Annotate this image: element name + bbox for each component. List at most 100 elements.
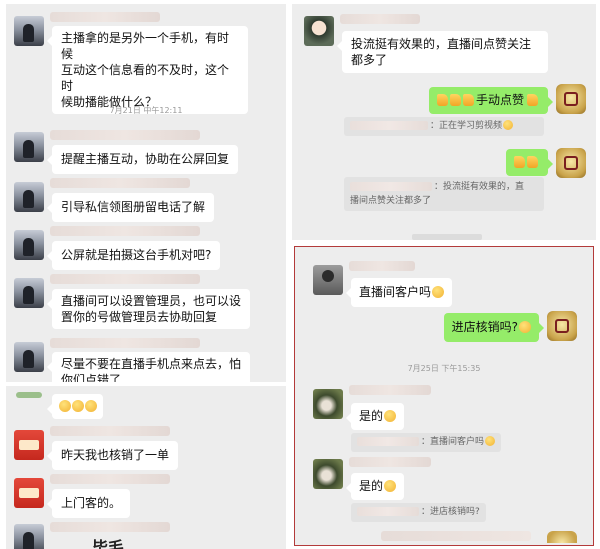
clipped-message-blurred	[381, 531, 531, 541]
quoted-message[interactable]: ：直播间客户吗	[351, 433, 502, 452]
message-text: 尽量不要在直播手机点来点去，怕	[61, 357, 242, 371]
emoji-bubble[interactable]	[47, 394, 103, 419]
smile-emoji-icon	[503, 120, 514, 130]
sender-name-blurred	[349, 385, 431, 395]
message-text: 主播拿的是另外一个手机，有时候	[61, 31, 230, 61]
avatar[interactable]	[304, 16, 334, 46]
message-bubble[interactable]: 直播间客户吗	[345, 278, 453, 307]
avatar[interactable]	[556, 148, 586, 178]
quoted-sender-blurred	[350, 121, 428, 130]
message-bubble[interactable]: 引导私信领图册留电话了解	[46, 193, 215, 222]
message-text: 你们点错了	[61, 373, 122, 382]
avatar[interactable]	[14, 182, 44, 212]
message-bubble-own[interactable]: 进店核销吗?	[443, 313, 545, 342]
message-text: 投流挺有效果的，直播间点赞关注	[351, 37, 532, 51]
message-bubble[interactable]: 昨天我也核销了一单	[46, 441, 179, 470]
avatar[interactable]	[14, 342, 44, 372]
message-text: 公屏就是拍摄这台手机对吧?	[61, 248, 212, 262]
quote-text: 播间点赞关注都多了	[350, 196, 432, 206]
chat-panel-3: 投流挺有效果的，直播间点赞关注 都多了 手动点赞 ：正在学习剪视频 ：投流挺有效…	[292, 4, 596, 240]
message-bubble[interactable]: 提醒主播互动，协助在公屏回复	[46, 145, 239, 174]
thumbs-up-icon	[514, 156, 525, 168]
chat-panel-2: 昨天我也核销了一单 上门客的。 毕毛	[6, 386, 286, 549]
quoted-sender-blurred	[357, 507, 419, 516]
sender-name-blurred	[340, 14, 420, 24]
quoted-sender-blurred	[350, 182, 432, 191]
chat-panel-1: 主播拿的是另外一个手机，有时候 互动这个信息看的不及时，这个时 候助播能做什么？…	[6, 4, 286, 382]
message-text: 是的	[359, 409, 384, 423]
sender-name-blurred	[50, 426, 170, 436]
timestamp: 7月21日 中午12:11	[109, 106, 183, 115]
message-text: 都多了	[351, 53, 388, 67]
avatar[interactable]	[14, 524, 44, 549]
quoted-message[interactable]: ：正在学习剪视频	[344, 117, 544, 136]
sender-name-blurred	[50, 130, 200, 140]
avatar-clipped	[547, 531, 577, 543]
avatar[interactable]	[14, 478, 44, 508]
sender-name-blurred	[349, 261, 415, 271]
message-text: 手动点赞	[475, 93, 524, 107]
message-bubble-own[interactable]	[506, 149, 553, 176]
sender-name-blurred	[349, 457, 431, 467]
smile-emoji-icon	[72, 400, 84, 412]
chat-panel-4-highlighted: 直播间客户吗 进店核销吗? 7月25日 下午15:35 是的 ：直播间客户吗 是…	[294, 246, 594, 546]
quoted-sender-blurred	[357, 437, 419, 446]
sticker-icon	[16, 392, 42, 398]
quoted-message[interactable]: ：进店核销吗?	[351, 503, 486, 522]
message-text: 互动这个信息看的不及时，这个时	[61, 63, 230, 93]
avatar[interactable]	[313, 389, 343, 419]
avatar[interactable]	[14, 230, 44, 260]
thumbs-up-icon	[436, 94, 448, 106]
avatar[interactable]	[14, 430, 44, 460]
message-text: 昨天我也核销了一单	[61, 448, 170, 462]
sender-name-blurred	[50, 338, 200, 348]
sender-name-blurred	[50, 12, 160, 22]
thumbs-up-icon	[527, 94, 538, 106]
smile-emoji-icon	[59, 400, 71, 412]
thumbs-up-icon	[449, 94, 461, 106]
message-text: 直播间可以设置管理员，也可以设	[61, 294, 242, 308]
avatar[interactable]	[14, 16, 44, 46]
message-text: 提醒主播互动，协助在公屏回复	[61, 152, 230, 166]
sender-name-blurred	[50, 274, 200, 284]
sender-name-blurred	[50, 474, 170, 484]
message-bubble[interactable]: 投流挺有效果的，直播间点赞关注 都多了	[337, 31, 548, 73]
quote-text: ：投流挺有效果的，直	[434, 182, 525, 192]
message-text: 上门客的。	[61, 496, 122, 510]
smile-emoji-icon	[384, 480, 397, 492]
avatar[interactable]	[313, 265, 343, 295]
thumbs-up-icon	[462, 94, 474, 106]
message-text: 直播间客户吗	[359, 285, 432, 299]
quote-text: ：进店核销吗?	[421, 507, 480, 517]
sender-name-blurred	[50, 178, 190, 188]
message-bubble[interactable]: 尽量不要在直播手机点来点去，怕 你们点错了	[47, 352, 250, 382]
smile-emoji-icon	[384, 410, 397, 422]
message-bubble[interactable]: 上门客的。	[46, 489, 131, 518]
avatar[interactable]	[14, 278, 44, 308]
sender-name-blurred	[50, 226, 200, 236]
message-text: 进店核销吗?	[451, 320, 518, 334]
avatar[interactable]	[547, 311, 577, 341]
thumbs-up-icon	[527, 156, 538, 168]
avatar[interactable]	[14, 132, 44, 162]
avatar[interactable]	[556, 84, 586, 114]
message-bubble[interactable]: 是的	[345, 473, 405, 500]
message-bubble-own[interactable]: 手动点赞	[428, 87, 554, 114]
message-bubble[interactable]: 是的	[345, 403, 405, 430]
quote-text: ：直播间客户吗	[421, 437, 485, 447]
smile-emoji-icon	[85, 400, 97, 412]
avatar[interactable]	[313, 459, 343, 489]
message-bubble[interactable]: 主播拿的是另外一个手机，有时候 互动这个信息看的不及时，这个时 候助播能做什么？	[47, 26, 248, 114]
emoji-icon	[485, 436, 496, 446]
emoji-icon	[519, 321, 531, 333]
message-text: 置你的号做管理员去协助回复	[61, 310, 218, 324]
message-text: 引导私信领图册留电话了解	[61, 200, 206, 214]
quote-text: ：正在学习剪视频	[430, 121, 503, 131]
sender-name-blurred	[50, 522, 170, 532]
quoted-message[interactable]: ：投流挺有效果的，直 播间点赞关注都多了	[344, 177, 544, 211]
message-bubble[interactable]: 直播间可以设置管理员，也可以设 置你的号做管理员去协助回复	[47, 289, 250, 329]
clipped-timestamp	[412, 234, 482, 240]
emoji-icon	[432, 286, 445, 298]
partial-message-text: 毕毛	[92, 538, 125, 549]
message-bubble[interactable]: 公屏就是拍摄这台手机对吧?	[46, 241, 221, 270]
